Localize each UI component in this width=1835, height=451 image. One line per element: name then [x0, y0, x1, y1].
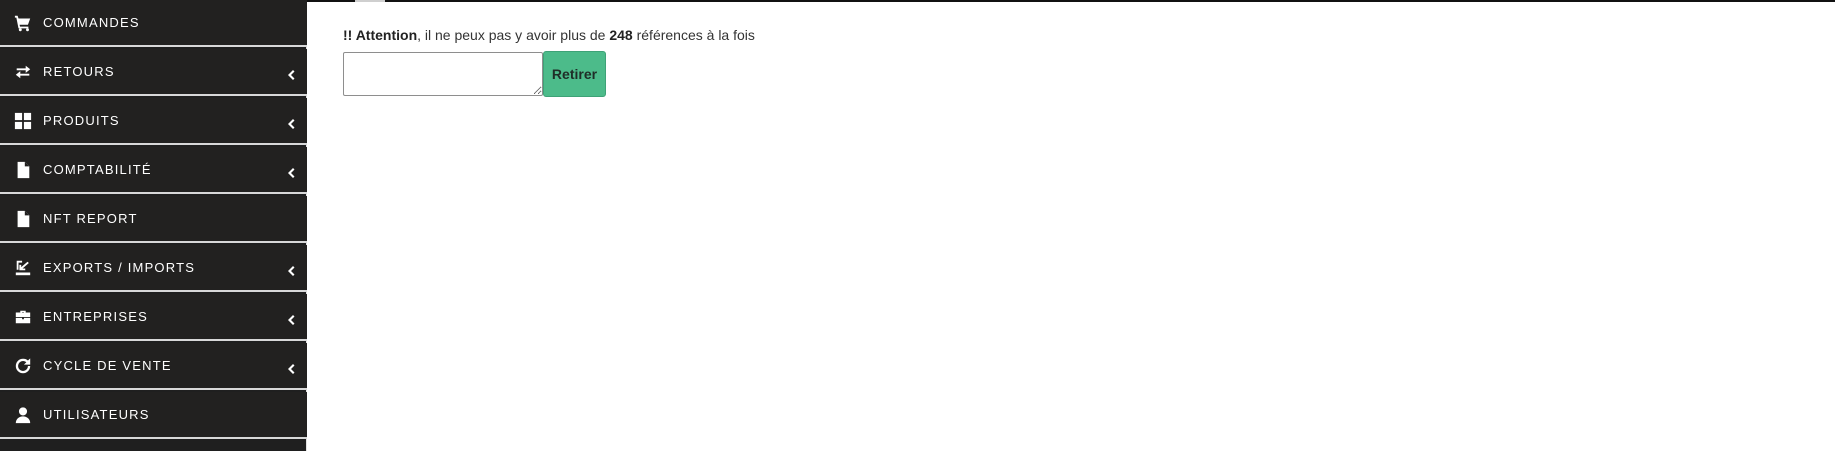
remove-references-form: Retirer [343, 51, 606, 97]
sidebar-item-label: Produits [43, 113, 120, 128]
sidebar-item-label: Cycle de vente [43, 358, 172, 373]
exchange-icon [14, 63, 32, 81]
warning-count: 248 [609, 27, 633, 43]
references-input[interactable] [343, 52, 543, 96]
chevron-left-icon [287, 67, 295, 80]
chevron-left-icon [287, 312, 295, 325]
file-icon [14, 161, 32, 179]
top-tab-indicator [355, 0, 385, 2]
sidebar-item-label: Commandes [43, 15, 140, 30]
refresh-icon [14, 357, 32, 375]
sidebar-item-label: Comptabilité [43, 162, 152, 177]
user-icon [14, 406, 32, 424]
chevron-left-icon [287, 165, 295, 178]
chevron-left-icon [287, 263, 295, 276]
briefcase-icon [14, 308, 32, 326]
sidebar-item-exports-imports[interactable]: Exports / Imports [0, 245, 307, 292]
sidebar-item-utilisateurs[interactable]: Utilisateurs [0, 392, 307, 439]
sidebar-item-produits[interactable]: Produits [0, 98, 307, 145]
sidebar-item-label: Entreprises [43, 309, 148, 324]
warning-prefix: !! Attention [343, 27, 418, 43]
chevron-left-icon [287, 361, 295, 374]
retirer-button[interactable]: Retirer [543, 51, 606, 97]
sidebar-item-entreprises[interactable]: Entreprises [0, 294, 307, 341]
grid-icon [14, 112, 32, 130]
sidebar-item-label: Exports / Imports [43, 260, 196, 275]
file-icon [14, 210, 32, 228]
warning-text: , il ne peux pas y avoir plus de [417, 27, 610, 43]
cart-icon [14, 14, 32, 32]
sidebar-item-label: NFT Report [43, 211, 138, 226]
sidebar-item-comptabilite[interactable]: Comptabilité [0, 147, 307, 194]
sidebar-item-commandes[interactable]: Commandes [0, 0, 307, 47]
sidebar-item-cycle-de-vente[interactable]: Cycle de vente [0, 343, 307, 390]
warning-suffix: références à la fois [632, 27, 755, 43]
sidebar-item-label: Utilisateurs [43, 407, 150, 422]
main-content: !! Attention, il ne peux pas y avoir plu… [343, 26, 755, 97]
sidebar-item-nft-report[interactable]: NFT Report [0, 196, 307, 243]
sidebar-item-label: Retours [43, 64, 115, 79]
sidebar-item-retours[interactable]: Retours [0, 49, 307, 96]
sidebar: Commandes Retours Produits Comptabilité … [0, 0, 307, 451]
chevron-left-icon [287, 116, 295, 129]
export-icon [14, 259, 32, 277]
warning-message: !! Attention, il ne peux pas y avoir plu… [343, 26, 755, 44]
top-border [307, 0, 1835, 2]
